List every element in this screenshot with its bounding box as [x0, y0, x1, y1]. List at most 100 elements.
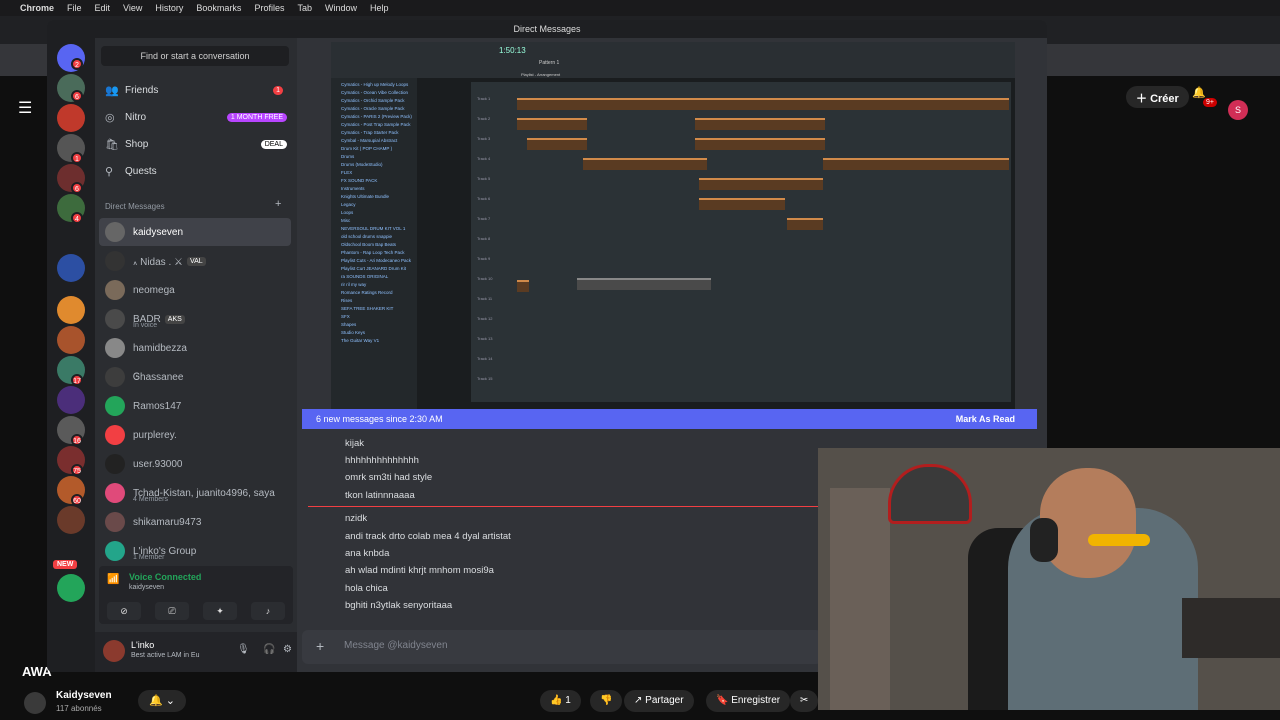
channel-avatar[interactable]	[24, 692, 46, 714]
audio-clip[interactable]	[583, 158, 707, 170]
menu-view[interactable]: View	[123, 3, 142, 13]
browser-item[interactable]: The Guitar Way V1	[341, 338, 379, 343]
dm-item[interactable]: hamidbezza	[99, 334, 291, 362]
audio-clip[interactable]	[823, 158, 1009, 170]
browser-item[interactable]: Knights Ultimate Bundle	[341, 194, 389, 199]
add-attachment-icon[interactable]: +	[316, 638, 324, 654]
browser-item[interactable]: Legacy	[341, 202, 356, 207]
new-messages-banner[interactable]: 6 new messages since 2:30 AM Mark As Rea…	[302, 409, 1037, 429]
browser-item[interactable]: old school drums snappie	[341, 234, 392, 239]
hamburger-menu-icon[interactable]: ☰	[18, 98, 32, 118]
mic-icon[interactable]: 🎙	[237, 644, 250, 655]
audio-clip[interactable]	[517, 98, 1009, 110]
browser-item[interactable]: Cymatics - Ocean Vibe Collection	[341, 90, 408, 95]
account-avatar[interactable]: S	[1228, 100, 1248, 120]
menu-file[interactable]: File	[67, 3, 82, 13]
browser-item[interactable]: Shapes	[341, 322, 356, 327]
create-button[interactable]: ＋ Créer	[1126, 86, 1189, 108]
audio-clip[interactable]	[517, 118, 587, 130]
message-input[interactable]: Message @kaidyseven	[344, 640, 448, 651]
browser-item[interactable]: SFX	[341, 314, 350, 319]
message-composer[interactable]: + Message @kaidyseven	[302, 630, 822, 664]
soundboard-button[interactable]: ♪	[251, 602, 285, 620]
browser-item[interactable]: Cymatics - High up Melody Loops	[341, 82, 408, 87]
dm-item[interactable]: kaidyseven	[99, 218, 291, 246]
browser-item[interactable]: Studio Keys	[341, 330, 365, 335]
browser-item[interactable]: Loops	[341, 210, 353, 215]
menu-window[interactable]: Window	[325, 3, 357, 13]
audio-clip[interactable]	[527, 138, 587, 150]
browser-item[interactable]: rir ril my way	[341, 282, 366, 287]
dm-item[interactable]: Tchad-Kistan, juanito4996, saya 4 Members	[99, 479, 291, 507]
dislike-button[interactable]: 👎	[590, 690, 623, 712]
server-icon[interactable]	[57, 506, 85, 534]
menu-tab[interactable]: Tab	[297, 3, 312, 13]
audio-clip[interactable]	[699, 198, 785, 210]
activities-button[interactable]: ✦	[203, 602, 237, 620]
menu-edit[interactable]: Edit	[95, 3, 111, 13]
browser-item[interactable]: Cymbal - Marsupial Abstract	[341, 138, 397, 143]
add-server-icon[interactable]	[57, 574, 85, 602]
create-dm-icon[interactable]: +	[275, 198, 281, 210]
user-name[interactable]: L'inko	[131, 640, 154, 650]
dm-item[interactable]: neomega	[99, 276, 291, 304]
audio-clip[interactable]	[517, 280, 529, 292]
menu-help[interactable]: Help	[370, 3, 389, 13]
audio-clip[interactable]	[695, 138, 825, 150]
dm-item[interactable]: BADR AKS In voice	[99, 305, 291, 333]
menu-history[interactable]: History	[155, 3, 183, 13]
browser-item[interactable]: NEVERSOUL DRUM KIT VOL 1	[341, 226, 405, 231]
daw-playlist[interactable]	[471, 82, 1011, 402]
screenshare-stream[interactable]: 1:50:13 Pattern 1 Playlist - Arrangement…	[331, 42, 1015, 410]
screenshare-button[interactable]: ⎚	[155, 602, 189, 620]
dm-item[interactable]: Ꮆhassanee	[99, 363, 291, 391]
menu-app-name[interactable]: Chrome	[20, 3, 54, 13]
server-icon[interactable]	[57, 386, 85, 414]
browser-item[interactable]: Drums (ModeStudio)	[341, 162, 383, 167]
browser-item[interactable]: Romance Ratings Record	[341, 290, 393, 295]
share-button[interactable]: ↗ Partager	[624, 690, 694, 712]
dm-item[interactable]: user.93000	[99, 450, 291, 478]
audio-clip[interactable]	[699, 178, 823, 190]
browser-item[interactable]: Playlist Curt JEANARD Drum Kit	[341, 266, 406, 271]
server-icon[interactable]	[57, 326, 85, 354]
voice-status[interactable]: Voice Connected	[129, 572, 201, 582]
clip-button[interactable]: ✂	[790, 690, 819, 712]
video-off-button[interactable]: ⊘	[107, 602, 141, 620]
audio-clip[interactable]	[787, 218, 823, 230]
search-input[interactable]: Find or start a conversation	[101, 46, 289, 66]
dm-item[interactable]: shikamaru9473	[99, 508, 291, 536]
headphones-icon[interactable]: 🎧	[263, 644, 275, 655]
audio-clip[interactable]	[577, 278, 711, 290]
dm-item[interactable]: Ramos147	[99, 392, 291, 420]
subscription-bell-button[interactable]: 🔔 ⌄	[138, 690, 186, 712]
browser-item[interactable]: Cymatics - Oracle Sample Pack	[341, 106, 405, 111]
server-icon[interactable]	[57, 254, 85, 282]
dm-item[interactable]: ៱ Nidas . ⚔ VAL	[99, 247, 291, 275]
server-icon[interactable]	[57, 104, 85, 132]
save-button[interactable]: 🔖 Enregistrer	[706, 690, 791, 712]
nav-friends[interactable]: 👥 Friends 1	[105, 78, 287, 102]
server-icon[interactable]	[57, 296, 85, 324]
browser-item[interactable]: Rises	[341, 298, 352, 303]
browser-item[interactable]: Cymatics - PARIS 2 (Preview Pack)	[341, 114, 412, 119]
browser-item[interactable]: Phantom - Rap Loop Tech Pack	[341, 250, 404, 255]
user-avatar[interactable]	[103, 640, 125, 662]
audio-clip[interactable]	[695, 118, 825, 130]
browser-item[interactable]: Misc	[341, 218, 350, 223]
notifications-bell-icon[interactable]: 🔔	[1192, 86, 1206, 99]
browser-item[interactable]: FX SOUND PACK	[341, 178, 377, 183]
daw-pattern[interactable]: Pattern 1	[539, 60, 559, 66]
browser-item[interactable]: Drum Kit ( POP CHAMP )	[341, 146, 392, 151]
nav-nitro[interactable]: ◎ Nitro 1 MONTH FREE	[105, 105, 287, 129]
dm-item[interactable]: purplerey.	[99, 421, 291, 449]
browser-item[interactable]: FLEX	[341, 170, 352, 175]
mark-as-read-button[interactable]: Mark As Read	[956, 414, 1015, 424]
voice-channel[interactable]: kaidyseven	[129, 584, 164, 591]
menu-bookmarks[interactable]: Bookmarks	[196, 3, 241, 13]
browser-item[interactable]: Cymatics - Orchid Sample Pack	[341, 98, 405, 103]
settings-gear-icon[interactable]: ⚙	[283, 644, 292, 655]
nav-quests[interactable]: ⚲ Quests	[105, 159, 287, 183]
browser-item[interactable]: Cymatics - Trap Starter Pack	[341, 130, 399, 135]
browser-item[interactable]: ra SOUNDS ORIGINAL	[341, 274, 388, 279]
